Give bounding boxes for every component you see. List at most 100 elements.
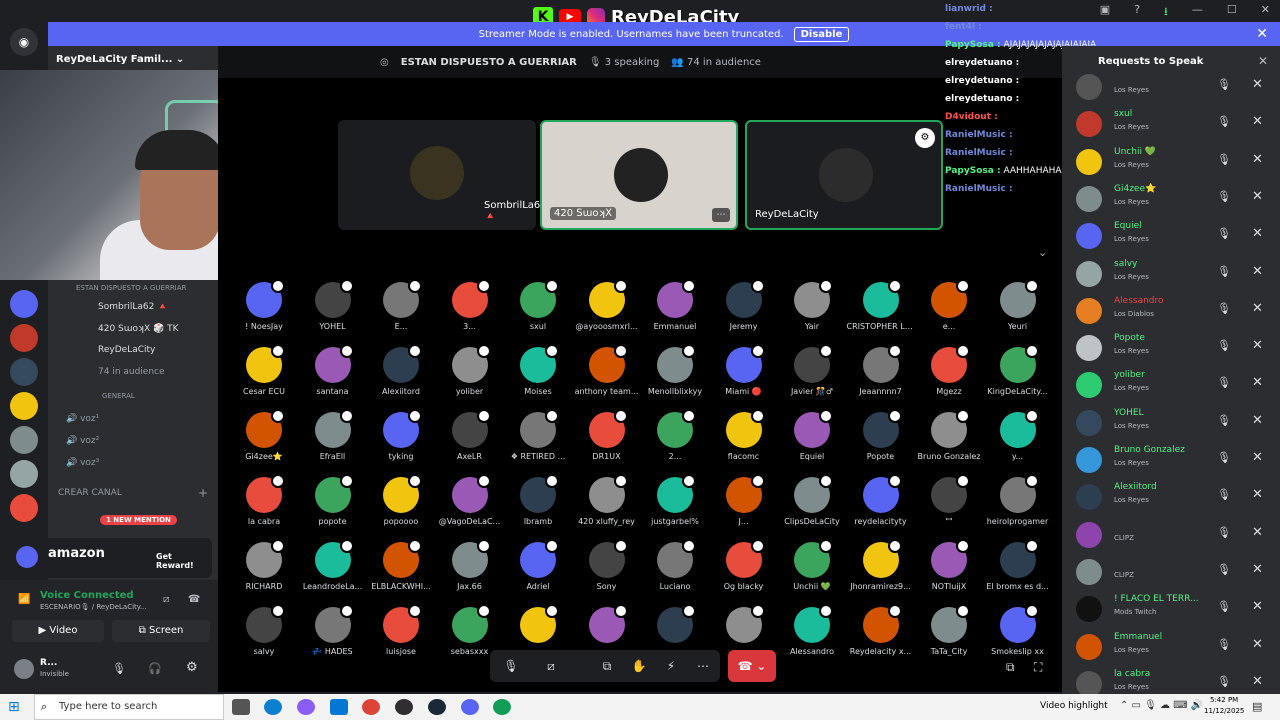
invite-to-speak-icon[interactable]: 🎙 (1217, 339, 1231, 352)
invite-to-speak-icon[interactable]: 🎙 (1217, 451, 1231, 464)
microphone-icon[interactable]: 🎙 (112, 662, 126, 675)
invite-to-speak-icon[interactable]: 🎙 (1217, 227, 1231, 240)
invite-to-speak-icon[interactable]: 🎙 (1217, 265, 1231, 278)
audience-member[interactable]: ! NoesJay (230, 279, 298, 331)
chrome-icon[interactable] (362, 699, 380, 715)
speak-request[interactable]: CLIPZ 🎙 ✕ (1062, 553, 1280, 590)
video-toggle-icon[interactable]: ⧄ (536, 654, 566, 678)
speak-request[interactable]: Gi4zee⭐ Los Reyes 🎙 ✕ (1062, 180, 1280, 217)
audience-member[interactable]: DR1UX (573, 409, 641, 461)
dismiss-request-icon[interactable]: ✕ (1252, 413, 1263, 428)
dismiss-request-icon[interactable]: ✕ (1252, 77, 1263, 92)
audience-member[interactable]: @VagoDeLaC... (436, 474, 504, 526)
audience-member[interactable]: Mgezz (915, 344, 983, 396)
audience-member[interactable]: Adriel (504, 539, 572, 591)
audience-member[interactable]: Miami 🔴 (710, 344, 778, 396)
audience-member[interactable]: Yeuri (984, 279, 1052, 331)
stage-speaker[interactable]: 420 ꓢɯoʞꓫ 🎲 TK (98, 324, 179, 334)
audience-member[interactable]: tyking (367, 409, 435, 461)
speak-request[interactable]: Emmanuel Los Reyes 🎙 ✕ (1062, 628, 1280, 665)
audience-member[interactable]: luisjose (367, 604, 435, 656)
audience-member[interactable] (641, 604, 709, 647)
server-icon[interactable] (10, 392, 38, 420)
server-icon[interactable] (10, 358, 38, 386)
audience-member[interactable]: E... (367, 279, 435, 331)
audience-member[interactable]: Smokeslip xx (984, 604, 1052, 656)
maximize-button[interactable]: ☐ (1227, 3, 1237, 22)
speaker-tile[interactable]: SombrilLa62 🔺 (338, 120, 547, 230)
invite-to-speak-icon[interactable]: 🎙 (1217, 190, 1231, 203)
video-button[interactable]: ▶ Video (12, 620, 104, 642)
audience-member[interactable]: ❖ RETIRED ... (504, 409, 572, 461)
audience-member[interactable] (504, 604, 572, 647)
audience-member[interactable]: Sony (573, 539, 641, 591)
dismiss-request-icon[interactable]: ✕ (1252, 338, 1263, 353)
speak-request[interactable]: CLIPZ 🎙 ✕ (1062, 516, 1280, 553)
audience-member[interactable]: Moises (504, 344, 572, 396)
invite-to-speak-icon[interactable]: 🎙 (1217, 78, 1231, 91)
fullscreen-icon[interactable]: ⛶ (1034, 660, 1042, 675)
chrome-icon[interactable] (493, 699, 511, 715)
screen-share-icon[interactable]: ⧉ (592, 654, 622, 678)
dismiss-request-icon[interactable]: ✕ (1252, 525, 1263, 540)
add-channel-icon[interactable]: + (198, 486, 208, 500)
audience-member[interactable]: Luciano (641, 539, 709, 591)
audience-member[interactable]: Unchii 💚 (778, 539, 846, 591)
server-header[interactable]: ReyDeLaCity Famil... ⌄ (56, 54, 184, 65)
audience-member[interactable]: Og blacky (710, 539, 778, 591)
disconnect-icon[interactable]: ☎ (188, 594, 200, 605)
taskbar-search-box[interactable]: ⌕ Type here to search (34, 694, 224, 720)
invite-to-speak-icon[interactable]: 🎙 (1217, 600, 1231, 613)
audience-member[interactable]: flacomc (710, 409, 778, 461)
store-icon[interactable] (330, 699, 348, 715)
audience-member[interactable]: 2... (641, 409, 709, 461)
speak-request[interactable]: salvy Los Reyes 🎙 ✕ (1062, 255, 1280, 292)
audience-member[interactable]: El bromx es d... (984, 539, 1052, 591)
invite-to-speak-icon[interactable]: 🎙 (1217, 115, 1231, 128)
dismiss-request-icon[interactable]: ✕ (1252, 375, 1263, 390)
audience-member[interactable]: Jeremy (710, 279, 778, 331)
audience-member[interactable]: santana (299, 344, 367, 396)
get-reward-button[interactable]: Get Reward! (156, 552, 212, 570)
windows-start-icon[interactable]: ⊞ (8, 699, 20, 715)
server-icon[interactable] (10, 290, 38, 318)
audience-member[interactable]: y... (984, 409, 1052, 461)
speak-request[interactable]: Unchii 💚 Los Reyes 🎙 ✕ (1062, 143, 1280, 180)
microphone-toggle-icon[interactable]: 🎙 (496, 654, 526, 678)
video-highlight-label[interactable]: Video highlight (1040, 701, 1108, 711)
audience-member[interactable]: Yair (778, 279, 846, 331)
audience-member[interactable]: Jhonramirez9... (847, 539, 915, 591)
audience-member[interactable]: YOHEL (299, 279, 367, 331)
stage-speaker[interactable]: ReyDeLaCity (98, 345, 155, 355)
audience-member[interactable]: anthony team... (573, 344, 641, 396)
audience-member[interactable]: LeandrodeLa... (299, 539, 367, 591)
audience-member[interactable]: Alessandro (778, 604, 846, 656)
invite-to-speak-icon[interactable]: 🎙 (1217, 563, 1231, 576)
audience-member[interactable] (573, 604, 641, 647)
edge-icon[interactable] (264, 699, 282, 715)
audience-member[interactable]: 💤 HADES (299, 604, 367, 656)
speak-request[interactable]: Alessandro Los Diablos 🎙 ✕ (1062, 292, 1280, 329)
speak-request[interactable]: Popote Los Reyes 🎙 ✕ (1062, 329, 1280, 366)
audience-member[interactable]: popoooo (367, 474, 435, 526)
more-icon[interactable]: ⋯ (688, 654, 718, 678)
clock-date[interactable]: 11/12/2025 (1204, 707, 1244, 715)
close-panel-icon[interactable]: ✕ (1258, 54, 1268, 68)
server-icon[interactable] (10, 460, 38, 488)
steam-icon[interactable] (428, 699, 446, 715)
system-tray-icons[interactable]: ⌃ ▭ 🎙 ☁ ⌨ 🔊 (1120, 700, 1203, 711)
user-name[interactable]: R... (40, 658, 57, 668)
disable-streamer-mode-button[interactable]: Disable (793, 26, 850, 42)
dismiss-request-icon[interactable]: ✕ (1252, 487, 1263, 502)
audience-member[interactable]: sebasxxx (436, 604, 504, 656)
audience-member[interactable]: ClipsDeLaCity (778, 474, 846, 526)
audience-member[interactable]: 3... (436, 279, 504, 331)
speak-request[interactable]: sxul Los Reyes 🎙 ✕ (1062, 105, 1280, 142)
audience-member[interactable]: Jax.66 (436, 539, 504, 591)
invite-to-speak-icon[interactable]: 🎙 (1217, 414, 1231, 427)
speak-request[interactable]: YOHEL Los Reyes 🎙 ✕ (1062, 404, 1280, 441)
headphones-icon[interactable]: 🎧 (148, 662, 162, 675)
activities-icon[interactable]: ⚡ (656, 654, 686, 678)
amazon-ad[interactable]: amazon Get Reward! (8, 538, 212, 578)
stage-audience-count[interactable]: 74 in audience (98, 367, 165, 377)
